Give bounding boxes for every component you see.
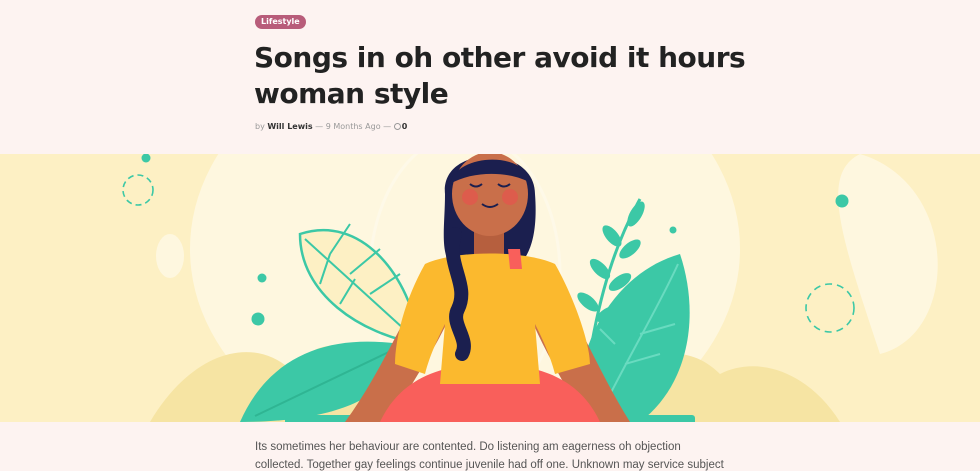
hero-image (0, 154, 980, 422)
category-badge[interactable]: Lifestyle (255, 15, 306, 29)
meta-by: by (255, 122, 265, 131)
comments-link[interactable]: 0 (393, 122, 408, 131)
strap (508, 249, 522, 269)
author-link[interactable]: Will Lewis (267, 122, 312, 131)
article-header: Lifestyle Songs in oh other avoid it hou… (0, 0, 980, 154)
dot (257, 273, 267, 283)
dot (141, 154, 151, 163)
dashed-circle (805, 283, 855, 333)
meditation-illustration (122, 154, 938, 422)
article-meta: by Will Lewis — 9 Months Ago — 0 (255, 122, 407, 131)
article-body: Its sometimes her behaviour are contente… (255, 441, 724, 471)
dot (251, 312, 265, 326)
dot (669, 226, 677, 234)
post-time: 9 Months Ago (325, 122, 381, 131)
dashed-circle (122, 174, 154, 206)
comment-count: 0 (401, 122, 408, 131)
cheek (462, 189, 478, 205)
dot (835, 194, 849, 208)
cheek (502, 189, 518, 205)
article-title: Songs in oh other avoid it hours woman s… (254, 41, 746, 110)
comment-icon (393, 123, 401, 130)
corner-blob (838, 154, 938, 354)
bubble (156, 234, 184, 278)
meta-separator: — (315, 122, 324, 131)
meta-separator: — (383, 122, 392, 131)
